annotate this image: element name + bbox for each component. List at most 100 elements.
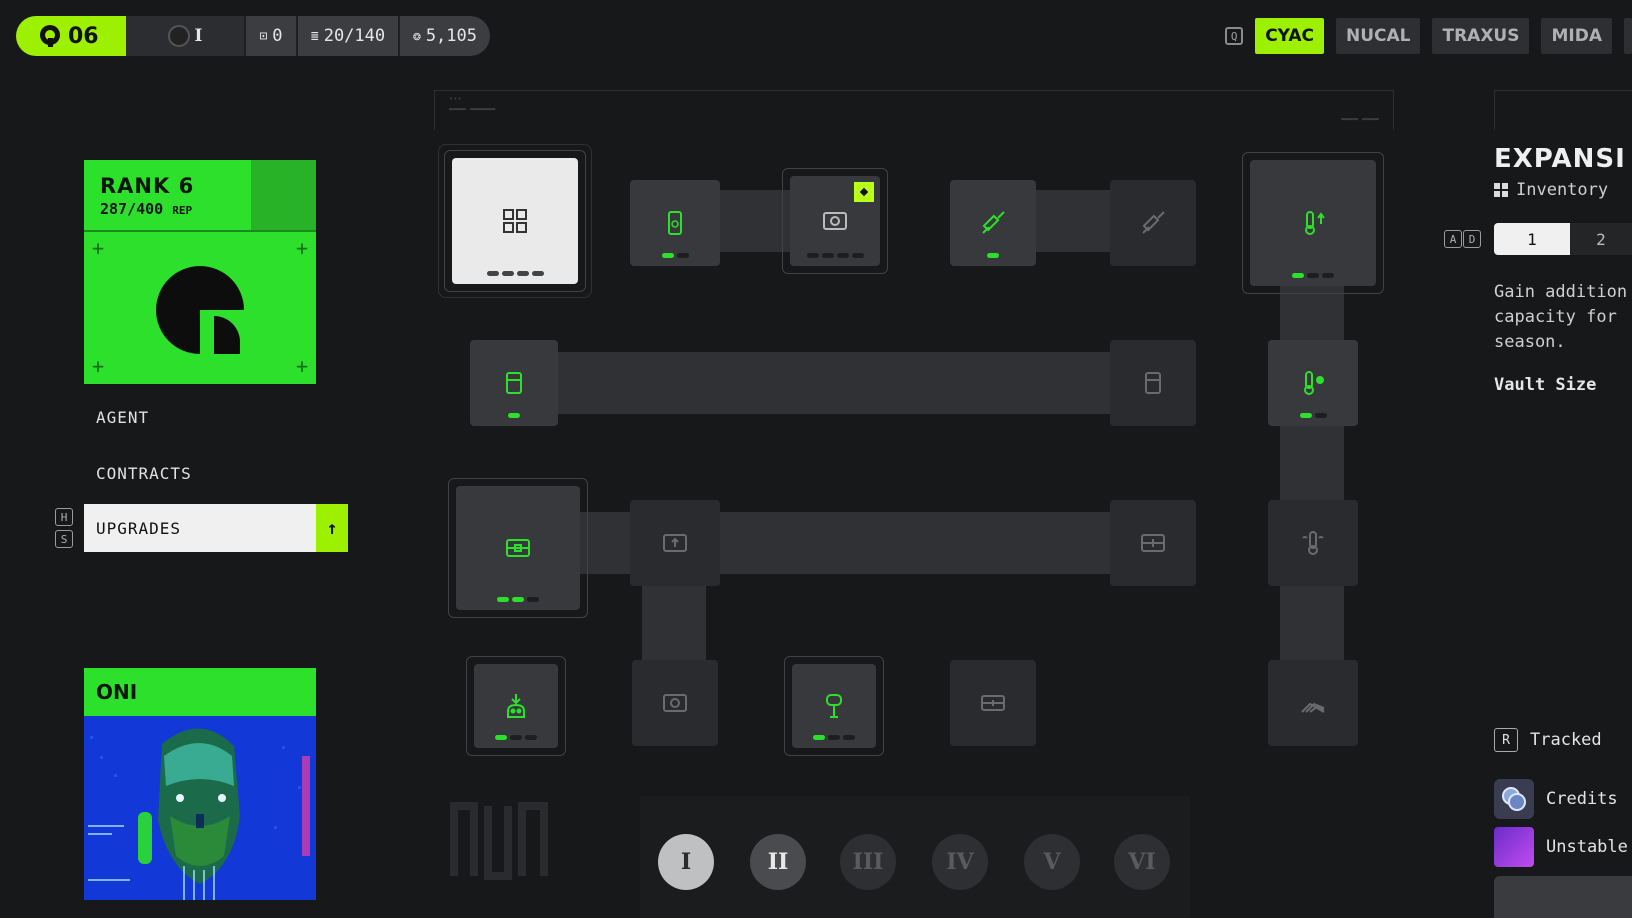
vault-count-text: 0 xyxy=(272,26,283,46)
rank-pips xyxy=(486,271,544,276)
frame-glyphs: ▬▬▬▬ ▬▬▬▬ xyxy=(1341,115,1379,123)
player-label: I xyxy=(194,26,203,46)
upgrade-node-signal[interactable] xyxy=(784,656,884,756)
tree-connector xyxy=(540,352,1110,414)
details-header-frame xyxy=(1494,90,1632,130)
upgrade-node-canister-locked[interactable] xyxy=(1110,340,1196,426)
credits-counter: ❂ 5,105 xyxy=(398,16,490,56)
stash-plus-icon xyxy=(1141,534,1165,552)
canister-icon xyxy=(506,372,522,394)
rank-pips xyxy=(987,253,999,258)
tier-button-2[interactable]: II xyxy=(750,834,806,890)
key-hint-up: H xyxy=(55,508,73,526)
details-pager: 1 2 xyxy=(1494,223,1632,255)
faction-key-hint: Q xyxy=(1225,27,1244,45)
inventory-list-icon: ≣ xyxy=(310,28,319,44)
page-tab-2[interactable]: 2 xyxy=(1570,223,1632,255)
tree-header-frame: ••• ▬▬▬▬ ▬▬▬▬▬▬ ▬▬▬▬ ▬▬▬▬ xyxy=(434,90,1394,130)
credits-text: 5,105 xyxy=(425,26,477,46)
rank-header: RANK 6 287/400 REP xyxy=(84,160,251,230)
cost-credits: Credits xyxy=(1494,779,1618,819)
tab-traxus[interactable]: TRAXUS xyxy=(1432,18,1530,54)
grid-icon xyxy=(1494,183,1508,197)
signal-post-icon xyxy=(826,694,842,718)
rep-value: 287/400 xyxy=(100,200,164,218)
tab-cyac[interactable]: CYAC xyxy=(1255,18,1324,54)
page-tab-1[interactable]: 1 xyxy=(1494,223,1570,255)
upgrade-node-thermo-wave-locked[interactable] xyxy=(1268,500,1358,586)
rank-rep: 287/400 REP xyxy=(100,200,235,218)
rank-card[interactable]: RANK 6 287/400 REP + + + + xyxy=(84,160,316,384)
agent-card[interactable]: ONI xyxy=(84,668,316,900)
rank-title: RANK 6 xyxy=(100,174,195,198)
upgrade-node-thermo-drop[interactable] xyxy=(1268,340,1358,426)
tracked-label: Tracked xyxy=(1530,730,1602,750)
thermometer-up-icon xyxy=(1305,211,1325,235)
upgrade-node-vault-locked[interactable] xyxy=(632,660,718,746)
rank-side-block xyxy=(251,160,316,230)
vault-icon xyxy=(663,694,687,712)
upgrade-node-stash-up-locked[interactable] xyxy=(630,500,720,586)
upgrade-node-phone[interactable] xyxy=(630,180,720,266)
credits-coin-icon xyxy=(1494,779,1534,819)
menu-agent[interactable]: AGENT xyxy=(84,393,316,441)
cost-unstable: Unstable xyxy=(1494,827,1628,867)
upgrade-node-syringe-locked[interactable] xyxy=(1110,180,1196,266)
tree-connector xyxy=(1280,280,1344,660)
corner-plus-icon: + xyxy=(295,354,308,378)
stash-up-icon xyxy=(663,534,687,552)
stash-icon xyxy=(506,539,530,557)
cost-credits-label: Credits xyxy=(1546,789,1618,809)
key-hint-next: D xyxy=(1463,230,1481,248)
upgrade-node-inventory[interactable] xyxy=(438,144,592,298)
agent-name: ONI xyxy=(84,668,316,716)
purchase-button[interactable] xyxy=(1494,876,1632,918)
player-slot[interactable]: I xyxy=(126,16,244,56)
tier-button-5[interactable]: V xyxy=(1024,834,1080,890)
upgrade-available-icon[interactable]: ↑ xyxy=(316,504,348,552)
upgrade-node-syringe[interactable] xyxy=(950,180,1036,266)
key-hint-prev: A xyxy=(1444,230,1462,248)
syringe-icon xyxy=(982,211,1005,234)
upgrade-node-bot[interactable] xyxy=(466,656,566,756)
credits-icon: ❂ xyxy=(412,28,421,44)
new-badge-icon xyxy=(854,182,874,202)
tier-button-6[interactable]: VI xyxy=(1114,834,1170,890)
rank-emblem-icon xyxy=(40,25,60,47)
tier-button-3[interactable]: III xyxy=(840,834,896,890)
thermometer-drop-icon xyxy=(1304,371,1324,395)
menu-contracts[interactable]: CONTRACTS xyxy=(84,449,316,497)
rank-level-text: 06 xyxy=(68,23,99,49)
upgrade-node-case-locked[interactable] xyxy=(950,660,1036,746)
tree-connector xyxy=(1030,190,1110,252)
tab-overflow[interactable] xyxy=(1624,18,1632,54)
case-icon xyxy=(981,695,1005,711)
tab-mida[interactable]: MIDA xyxy=(1541,18,1612,54)
upgrade-node-canister[interactable] xyxy=(470,340,558,426)
menu-upgrades[interactable]: UPGRADES xyxy=(84,504,316,552)
upgrade-node-stash-plus-locked[interactable] xyxy=(1110,500,1196,586)
upgrade-node-heat-locked[interactable] xyxy=(1268,660,1358,746)
tracked-toggle[interactable]: R Tracked xyxy=(1494,728,1602,752)
tab-nucal[interactable]: NUCAL xyxy=(1335,18,1421,54)
player-avatar-icon xyxy=(167,25,190,47)
rep-unit: REP xyxy=(172,204,193,217)
grid-icon xyxy=(503,209,527,233)
rank-pips xyxy=(495,735,537,740)
rank-level-pill[interactable]: 06 xyxy=(16,16,126,56)
thermometer-wave-icon xyxy=(1302,531,1324,555)
rank-pips xyxy=(1299,413,1327,418)
upgrade-node-stash[interactable] xyxy=(448,478,588,618)
upgrade-node-vault[interactable] xyxy=(782,168,888,274)
cost-unstable-label: Unstable xyxy=(1546,837,1628,857)
rank-divider xyxy=(84,230,316,232)
corner-plus-icon: + xyxy=(92,354,105,378)
tier-button-1[interactable]: I xyxy=(658,834,714,890)
rank-pips xyxy=(813,735,855,740)
tier-button-4[interactable]: IV xyxy=(932,834,988,890)
syringe-icon xyxy=(1142,211,1165,234)
inventory-counter: ≣ 20/140 xyxy=(296,16,398,56)
vault-counter: ⊡ 0 xyxy=(244,16,296,56)
corner-plus-icon: + xyxy=(295,236,308,260)
upgrade-node-thermo-up[interactable] xyxy=(1242,152,1384,294)
